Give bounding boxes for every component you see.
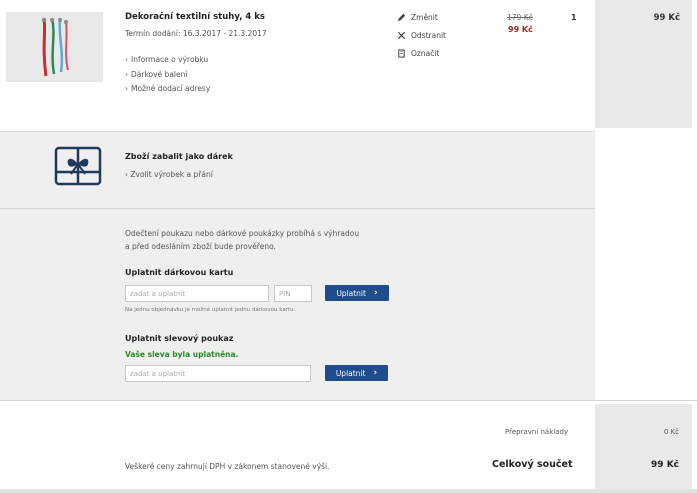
discount-success-message: Vaše sleva byla uplatněna. [125,350,239,359]
quantity[interactable]: 1 [571,13,577,22]
chevron-right-icon: › [373,288,378,298]
chevron-right-icon: › [125,70,128,79]
product-image[interactable] [6,12,103,82]
voucher-note: Odečtení poukazu nebo dárkové poukázky p… [125,229,360,251]
shipping-label: Přepravní náklady [505,428,569,436]
bookmark-icon [398,49,405,58]
apply-label: Uplatnit [336,288,366,298]
link-label: Informace o výrobku [131,55,209,64]
link-product-info[interactable]: › Informace o výrobku [125,55,208,64]
mark-button[interactable]: Označit [397,49,439,58]
mark-label: Označit [411,49,440,58]
apply-discount-button[interactable]: Uplatnit › [325,365,388,381]
gift-card-code-input[interactable]: zadat a uplatnit [125,285,269,302]
apply-gift-card-button[interactable]: Uplatnit › [325,285,389,301]
pencil-icon [397,13,406,22]
link-label: Možné dodací adresy [131,84,211,93]
delivery-date: Termín dodání: 16.3.2017 - 21.3.2017 [125,29,267,38]
chevron-right-icon: › [125,55,128,64]
remove-button[interactable]: Odstranit [397,31,446,40]
totals-section [0,400,697,493]
gift-card-pin-input[interactable]: PIN [274,285,312,302]
totals-column [595,404,692,489]
sale-price: 99 Kč [508,25,533,34]
gift-card-fine-print: Na jednu objednávku je možné uplatnit je… [125,307,296,313]
apply-label: Uplatnit [335,368,366,378]
total-label: Celkový součet [492,459,573,470]
close-icon [397,31,406,40]
vat-note: Veškeré ceny zahrnují DPH v zákonem stan… [125,462,330,471]
change-button[interactable]: Změnit [397,13,438,22]
gift-wrap-link[interactable]: › Zvolit výrobek a přání [125,170,213,179]
gift-link-label: Zvolit výrobek a přání [130,170,213,179]
gift-icon [54,146,102,186]
product-row [0,0,697,128]
gift-card-heading: Uplatnit dárkovou kartu [125,268,234,277]
product-name[interactable]: Dekorační textilní stuhy, 4 ks [125,12,265,22]
link-label: Dárkové balení [131,70,188,79]
discount-code-input[interactable]: zadat a uplatnit [125,365,311,382]
bottom-divider [0,489,697,493]
link-delivery-addresses[interactable]: › Možné dodací adresy [125,84,210,93]
total-value: 99 Kč [651,460,679,470]
remove-label: Odstranit [411,31,446,40]
original-price: 179 Kč [507,13,533,22]
chevron-right-icon: › [125,84,128,93]
discount-heading: Uplatnit slevový poukaz [125,334,234,343]
gift-wrap-title: Zboží zabalit jako dárek [125,152,233,161]
shipping-value: 0 Kč [663,428,679,436]
line-total-column: 99 Kč [595,0,692,128]
line-total: 99 Kč [653,13,680,23]
chevron-right-icon: › [373,368,378,378]
change-label: Změnit [411,13,438,22]
link-gift-wrap[interactable]: › Dárkové balení [125,70,187,79]
